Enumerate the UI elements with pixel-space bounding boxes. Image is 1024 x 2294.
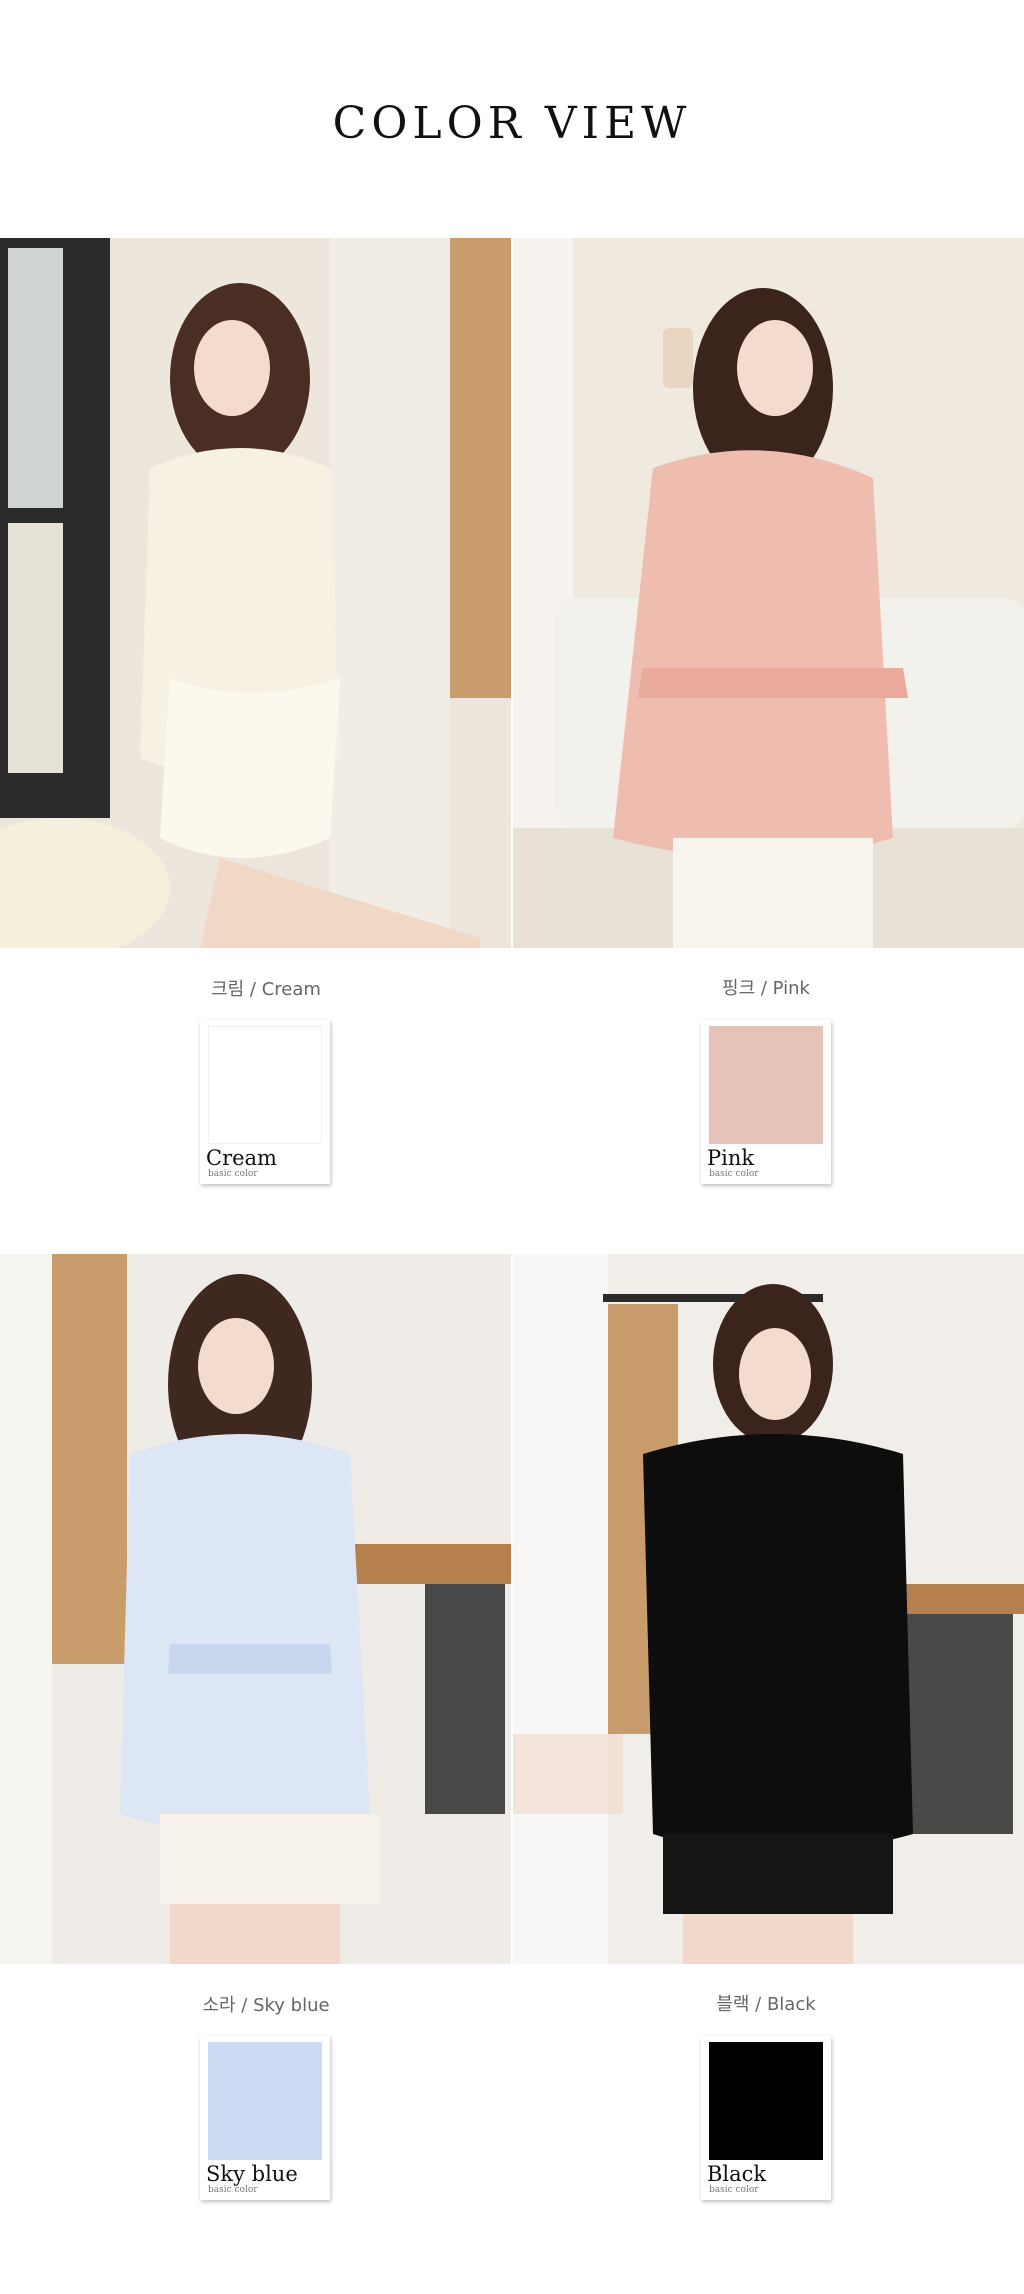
swatch-card-pink: Pink basic color [701, 1020, 831, 1184]
swatch-card-cream: Cream basic color [200, 1020, 330, 1184]
color-caption-cream: 크림 / Cream [211, 979, 321, 1000]
color-caption-black: 블랙 / Black [716, 1994, 816, 2015]
swatch-color-cream [208, 1026, 322, 1144]
swatch-name-sky-blue: Sky blue [206, 2162, 298, 2186]
swatch-name-black: Black [707, 2162, 767, 2186]
swatch-sub-pink: basic color [709, 1169, 759, 1179]
swatch-color-sky-blue [208, 2042, 322, 2160]
swatch-sub-black: basic color [709, 2185, 759, 2195]
color-caption-pink: 핑크 / Pink [722, 978, 810, 999]
swatch-name-cream: Cream [206, 1146, 277, 1170]
swatch-sub-sky-blue: basic color [208, 2185, 258, 2195]
page-title: COLOR VIEW [332, 98, 692, 149]
swatch-card-sky-blue: Sky blue basic color [200, 2036, 330, 2200]
product-photo-pink [513, 238, 1024, 948]
product-photo-cream [0, 238, 511, 948]
color-caption-sky-blue: 소라 / Sky blue [202, 1995, 330, 2016]
swatch-color-black [709, 2042, 823, 2160]
product-photo-sky-blue [0, 1254, 511, 1964]
swatch-card-black: Black basic color [701, 2036, 831, 2200]
swatch-color-pink [709, 1026, 823, 1144]
product-photo-black [513, 1254, 1024, 1964]
swatch-sub-cream: basic color [208, 1169, 258, 1179]
swatch-name-pink: Pink [707, 1146, 755, 1170]
